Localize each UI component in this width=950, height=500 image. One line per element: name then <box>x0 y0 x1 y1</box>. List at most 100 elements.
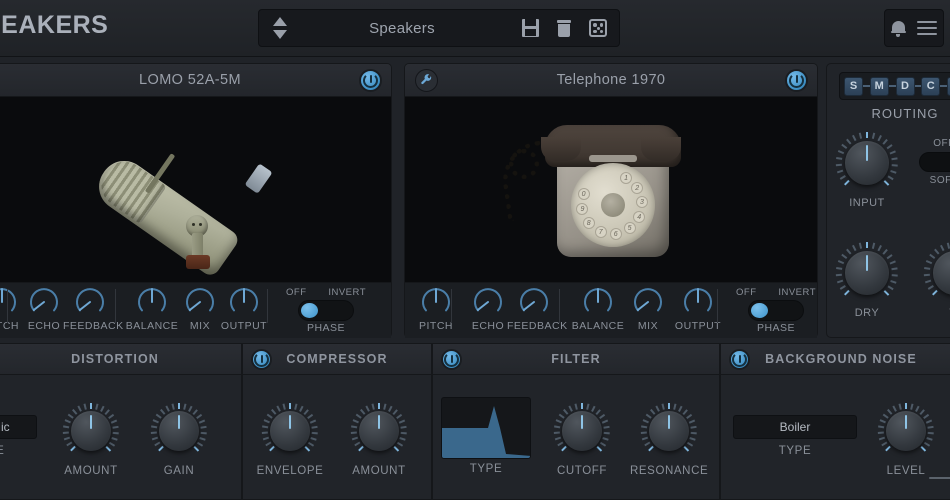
noise-extra-label: E <box>943 465 950 477</box>
preset-name[interactable]: Speakers <box>287 20 517 37</box>
noise-level-label: LEVEL <box>867 465 945 477</box>
knob-dial[interactable] <box>225 285 263 319</box>
routing-label: ROUTING <box>839 106 950 121</box>
microphone-image <box>74 117 304 277</box>
knob-dial[interactable] <box>417 285 455 319</box>
telephone-image: 1234567890 <box>497 107 727 277</box>
soft-toggle-top-label: OFF <box>909 138 950 149</box>
delete-preset-button[interactable] <box>551 15 577 41</box>
module-knob-pitch[interactable]: PITCH <box>409 285 463 332</box>
fx-section-background-noise: BACKGROUND NOISE Boiler TYPE LEVEL E <box>720 343 950 500</box>
routing-button-m[interactable]: M <box>870 77 889 96</box>
noise-type-label: TYPE <box>733 445 857 457</box>
module-power-button[interactable] <box>359 69 382 92</box>
filter-resonance-knob[interactable]: RESONANCE <box>630 403 708 477</box>
fx-title: BACKGROUND NOISE <box>765 352 917 366</box>
routing-link <box>915 85 922 87</box>
preset-browser[interactable]: Speakers <box>258 9 620 47</box>
module-knob-feedback[interactable]: FEEDBACK <box>507 285 561 332</box>
module-knob-feedback[interactable]: FEEDBACK <box>63 285 117 332</box>
module-panel-telephone: Telephone 1970 1234567890 PITCHECHOFEEDB… <box>404 63 818 338</box>
dial-hole: 2 <box>631 182 643 194</box>
save-preset-button[interactable] <box>517 15 543 41</box>
knob-dial[interactable] <box>181 285 219 319</box>
phase-toggle[interactable] <box>748 300 804 321</box>
module-knob-mix[interactable]: MIX <box>621 285 675 332</box>
knob-dial[interactable] <box>469 285 507 319</box>
fx-header: FILTER <box>433 344 719 375</box>
distortion-amount-knob[interactable]: AMOUNT <box>52 403 130 477</box>
knob-group-divider <box>717 289 718 323</box>
knob-label: FEEDBACK <box>507 320 561 332</box>
wet-knob[interactable]: W <box>917 242 950 319</box>
routing-button-s[interactable]: S <box>844 77 863 96</box>
module-panel-microphone: LOMO 52A-5M PITCHECHOFEEDBACKBALANCEMIXO… <box>0 63 392 338</box>
preset-up-icon[interactable] <box>273 17 287 26</box>
noise-level-knob[interactable]: LEVEL <box>867 403 945 477</box>
knob-group-divider <box>115 289 116 323</box>
bell-icon[interactable] <box>891 20 906 37</box>
knob-dial[interactable] <box>133 285 171 319</box>
filter-cutoff-knob[interactable]: CUTOFF <box>543 403 621 477</box>
compressor-power-button[interactable] <box>251 349 272 370</box>
filter-resonance-label: RESONANCE <box>630 465 708 477</box>
phase-off-label: OFF <box>286 287 307 298</box>
wrench-icon[interactable] <box>415 69 438 92</box>
phase-off-label: OFF <box>736 287 757 298</box>
preset-down-icon[interactable] <box>273 30 287 39</box>
module-title: Telephone 1970 <box>557 72 666 88</box>
compressor-envelope-knob[interactable]: ENVELOPE <box>251 403 329 477</box>
knob-dial[interactable] <box>629 285 667 319</box>
phase-control-group: OFFINVERTPHASE <box>731 287 821 334</box>
knob-dial[interactable] <box>71 285 109 319</box>
filter-curve <box>442 398 531 459</box>
distortion-type-combo[interactable]: on Mic <box>0 415 37 439</box>
routing-button-d[interactable]: D <box>896 77 915 96</box>
filter-type-label: TYPE <box>441 463 531 475</box>
fx-section-distortion: DISTORTION on Mic YPE AMOUNT GAIN <box>0 343 242 500</box>
input-knob[interactable]: INPUT <box>829 132 905 209</box>
noise-type-combo[interactable]: Boiler <box>733 415 857 439</box>
fx-body: ENVELOPE AMOUNT <box>243 375 431 499</box>
knob-dial[interactable] <box>679 285 717 319</box>
noise-slider-line[interactable] <box>929 477 950 479</box>
module-knob-output[interactable]: OUTPUT <box>217 285 271 332</box>
wet-knob-label: W <box>917 307 950 319</box>
distortion-gain-knob[interactable]: GAIN <box>140 403 218 477</box>
distortion-type-label: YPE <box>0 445 37 457</box>
module-power-button[interactable] <box>785 69 808 92</box>
distortion-amount-label: AMOUNT <box>52 465 130 477</box>
routing-button-c[interactable]: C <box>921 77 940 96</box>
soft-clip-toggle-group: OFF SOFT <box>909 138 950 186</box>
knob-label: PITCH <box>409 320 463 332</box>
soft-clip-toggle[interactable] <box>919 152 950 172</box>
knob-dial[interactable] <box>25 285 63 319</box>
phase-label: PHASE <box>281 322 371 334</box>
phase-toggle[interactable] <box>298 300 354 321</box>
dry-knob[interactable]: DRY <box>829 242 905 319</box>
dial-hole: 5 <box>624 222 636 234</box>
filter-power-button[interactable] <box>441 349 462 370</box>
module-knob-row: PITCHECHOFEEDBACKBALANCEMIXOUTPUTOFFINVE… <box>405 282 817 338</box>
compressor-amount-knob[interactable]: AMOUNT <box>340 403 418 477</box>
compressor-amount-label: AMOUNT <box>340 465 418 477</box>
header-bar: PEAKERS Speakers <box>0 0 950 57</box>
knob-label: FEEDBACK <box>63 320 117 332</box>
dice-icon <box>589 19 607 37</box>
fx-title: DISTORTION <box>71 352 159 366</box>
module-knob-balance[interactable]: BALANCE <box>125 285 179 332</box>
dial-hole: 1 <box>620 172 632 184</box>
dial-hole: 4 <box>633 211 645 223</box>
noise-extra-knob[interactable]: E <box>943 403 950 477</box>
knob-dial[interactable] <box>579 285 617 319</box>
knob-dial[interactable] <box>515 285 553 319</box>
filter-type-graph[interactable] <box>441 397 531 459</box>
filter-cutoff-label: CUTOFF <box>543 465 621 477</box>
background-noise-power-button[interactable] <box>729 349 750 370</box>
hamburger-menu-icon[interactable] <box>917 17 937 39</box>
routing-chain[interactable]: SMDCF <box>839 72 950 100</box>
routing-sidebar: SMDCF ROUTING INPUT OFF SOFT DRY W <box>826 63 950 338</box>
module-knob-balance[interactable]: BALANCE <box>571 285 625 332</box>
randomize-button[interactable] <box>585 15 611 41</box>
knob-label: OUTPUT <box>217 320 271 332</box>
